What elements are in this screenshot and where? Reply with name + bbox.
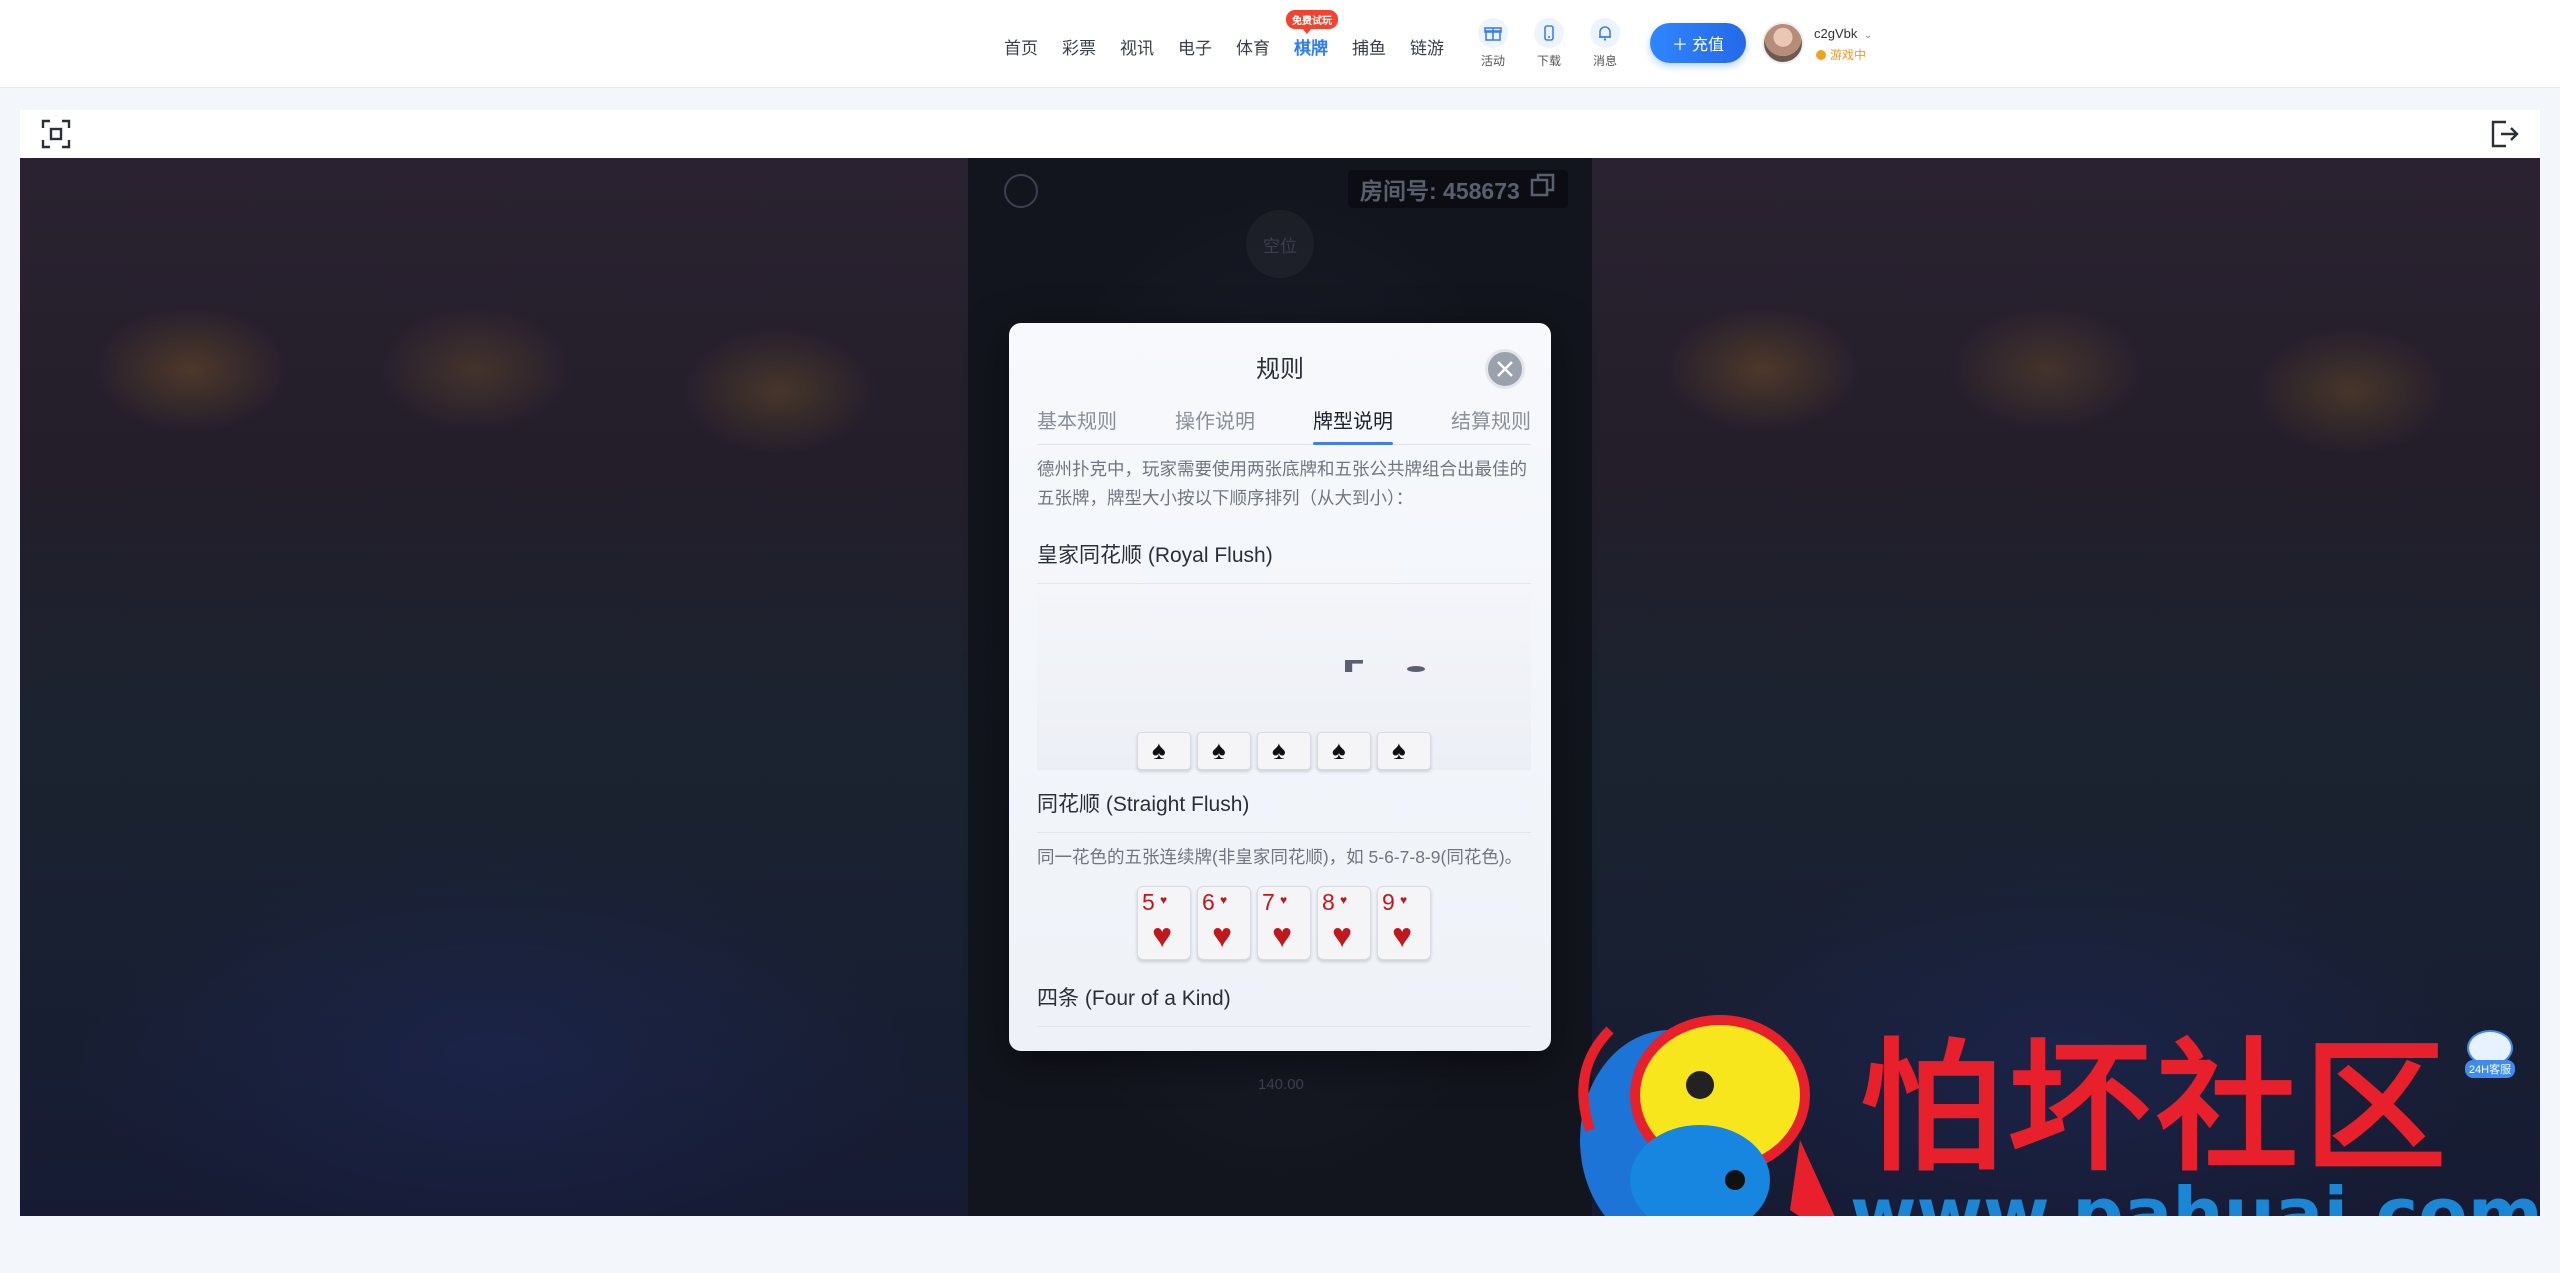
card-rank: 7 — [1262, 889, 1275, 915]
chip-value: 140.00 — [1258, 1076, 1304, 1093]
activity-button[interactable]: 活动 — [1468, 18, 1518, 69]
tab-basic-rules[interactable]: 基本规则 — [1037, 405, 1117, 444]
nav-item-live[interactable]: 视讯 — [1120, 30, 1154, 60]
nav-item-home[interactable]: 首页 — [1004, 30, 1038, 60]
username[interactable]: c2gVbk ⌄ — [1814, 26, 1872, 41]
gift-icon — [1478, 18, 1508, 48]
nav-item-sports[interactable]: 体育 — [1236, 30, 1270, 60]
royal-flush-card: ♠ — [1257, 732, 1311, 770]
avatar[interactable] — [1762, 22, 1804, 64]
customer-service-label: 24H客服 — [2464, 1060, 2516, 1078]
nav-item-fishing[interactable]: 捕鱼 — [1352, 30, 1386, 60]
watermark-text: 怕坏社区 — [1860, 1025, 2452, 1191]
download-label: 下载 — [1536, 54, 1561, 68]
hand-title-straight-flush: 同花顺 (Straight Flush) — [1037, 788, 1531, 833]
user-status: 游戏中 — [1816, 46, 1866, 63]
room-number-text: 房间号: 458673 — [1360, 178, 1520, 204]
royal-flush-card: ♠ — [1317, 732, 1371, 770]
royal-flush-animation: ♠ ♠ ♠ ♠ ♠ — [1037, 594, 1531, 770]
main-nav: 首页 彩票 视讯 电子 体育 免费试玩 棋牌 捕鱼 链游 — [1004, 10, 1468, 60]
download-button[interactable]: 下载 — [1524, 18, 1574, 69]
card-fragment — [1345, 660, 1363, 672]
chevron-down-icon: ⌄ — [1864, 30, 1873, 41]
heart-icon: ♥ — [1332, 917, 1353, 955]
royal-flush-cards: ♠ ♠ ♠ ♠ ♠ — [1037, 732, 1531, 770]
spade-icon: ♠ — [1212, 735, 1226, 765]
heart-icon: ♥ — [1400, 893, 1408, 907]
card-rank: 8 — [1322, 889, 1335, 915]
messages-label: 消息 — [1592, 54, 1617, 68]
heart-icon: ♥ — [1392, 917, 1413, 955]
recharge-label: 充值 — [1692, 37, 1725, 54]
spade-icon: ♠ — [1332, 735, 1346, 765]
playing-card: 5 ♥ ♥ — [1137, 886, 1191, 960]
intro-text: 德州扑克中，玩家需要使用两张底牌和五张公共牌组合出最佳的五张牌，牌型大小按以下顺… — [1037, 459, 1527, 508]
spade-icon: ♠ — [1152, 735, 1166, 765]
heart-icon: ♥ — [1160, 893, 1168, 907]
close-icon — [1497, 361, 1513, 377]
royal-flush-card: ♠ — [1137, 732, 1191, 770]
user-status-text: 游戏中 — [1830, 48, 1867, 62]
close-button[interactable] — [1485, 349, 1525, 389]
tab-hand-types[interactable]: 牌型说明 — [1313, 405, 1393, 445]
tab-operation[interactable]: 操作说明 — [1175, 405, 1255, 444]
playing-card: 9 ♥ ♥ — [1377, 886, 1431, 960]
nav-item-cards[interactable]: 免费试玩 棋牌 — [1286, 10, 1338, 60]
hand-title-four-of-a-kind: 四条 (Four of a Kind) — [1037, 982, 1531, 1027]
spade-icon: ♠ — [1272, 735, 1286, 765]
username-text: c2gVbk — [1814, 26, 1858, 41]
modal-title: 规则 — [1256, 356, 1304, 383]
room-number: 房间号: 458673 — [1348, 170, 1568, 208]
playing-card: 8 ♥ ♥ — [1317, 886, 1371, 960]
heart-icon: ♥ — [1280, 893, 1288, 907]
straight-flush-desc: 同一花色的五张连续牌(非皇家同花顺)，如 5-6-7-8-9(同花色)。 — [1037, 847, 1523, 867]
rules-tabs: 基本规则 操作说明 牌型说明 结算规则 — [1037, 405, 1531, 445]
nav-item-chain-games[interactable]: 链游 — [1410, 30, 1444, 60]
rules-modal: 规则 基本规则 操作说明 牌型说明 结算规则 德州扑克中，玩家需要使用两张底牌和… — [1009, 323, 1551, 1051]
heart-icon: ♥ — [1340, 893, 1348, 907]
playing-card: 6 ♥ ♥ — [1197, 886, 1251, 960]
heart-icon: ♥ — [1212, 917, 1233, 955]
background-left — [20, 158, 968, 1216]
hand-title-royal-flush: 皇家同花顺 (Royal Flush) — [1037, 539, 1531, 584]
plus-icon: ＋ — [1671, 37, 1688, 54]
copy-icon[interactable] — [1530, 173, 1556, 205]
nav-item-slots[interactable]: 电子 — [1178, 30, 1212, 60]
empty-seat[interactable]: 空位 — [1246, 210, 1314, 278]
nav-item-lottery[interactable]: 彩票 — [1062, 30, 1096, 60]
tab-settlement[interactable]: 结算规则 — [1451, 405, 1531, 444]
customer-service-button[interactable]: 24H客服 — [2460, 1030, 2520, 1086]
card-rank: 6 — [1202, 889, 1215, 915]
heart-icon: ♥ — [1272, 917, 1293, 955]
exit-icon[interactable] — [2488, 118, 2520, 150]
heart-icon: ♥ — [1220, 893, 1228, 907]
game-frame-toolbar — [20, 110, 2540, 158]
activity-label: 活动 — [1480, 54, 1505, 68]
page-footer — [0, 1216, 2560, 1273]
royal-flush-card: ♠ — [1197, 732, 1251, 770]
menu-icon[interactable] — [1004, 174, 1038, 208]
playing-card: 7 ♥ ♥ — [1257, 886, 1311, 960]
recharge-button[interactable]: ＋ 充值 — [1650, 23, 1746, 63]
spade-icon: ♠ — [1392, 735, 1406, 765]
top-navbar: 首页 彩票 视讯 电子 体育 免费试玩 棋牌 捕鱼 链游 活动 下载 消息 ＋ … — [0, 0, 2560, 88]
rules-content[interactable]: 德州扑克中，玩家需要使用两张底牌和五张公共牌组合出最佳的五张牌，牌型大小按以下顺… — [1037, 449, 1531, 1051]
card-rank: 5 — [1142, 889, 1155, 915]
bell-icon — [1590, 18, 1620, 48]
status-dot-icon — [1816, 49, 1826, 60]
card-rank: 9 — [1382, 889, 1395, 915]
fullscreen-icon[interactable] — [40, 118, 72, 150]
card-fragment — [1407, 666, 1425, 672]
nav-item-cards-label: 棋牌 — [1294, 39, 1328, 58]
phone-icon — [1534, 18, 1564, 48]
straight-flush-cards: 5 ♥ ♥ 6 ♥ ♥ 7 ♥ ♥ 8 ♥ ♥ 9 ♥ ♥ — [1037, 886, 1531, 960]
royal-flush-card: ♠ — [1377, 732, 1431, 770]
free-trial-badge: 免费试玩 — [1286, 10, 1338, 34]
messages-button[interactable]: 消息 — [1580, 18, 1630, 69]
heart-icon: ♥ — [1152, 917, 1173, 955]
